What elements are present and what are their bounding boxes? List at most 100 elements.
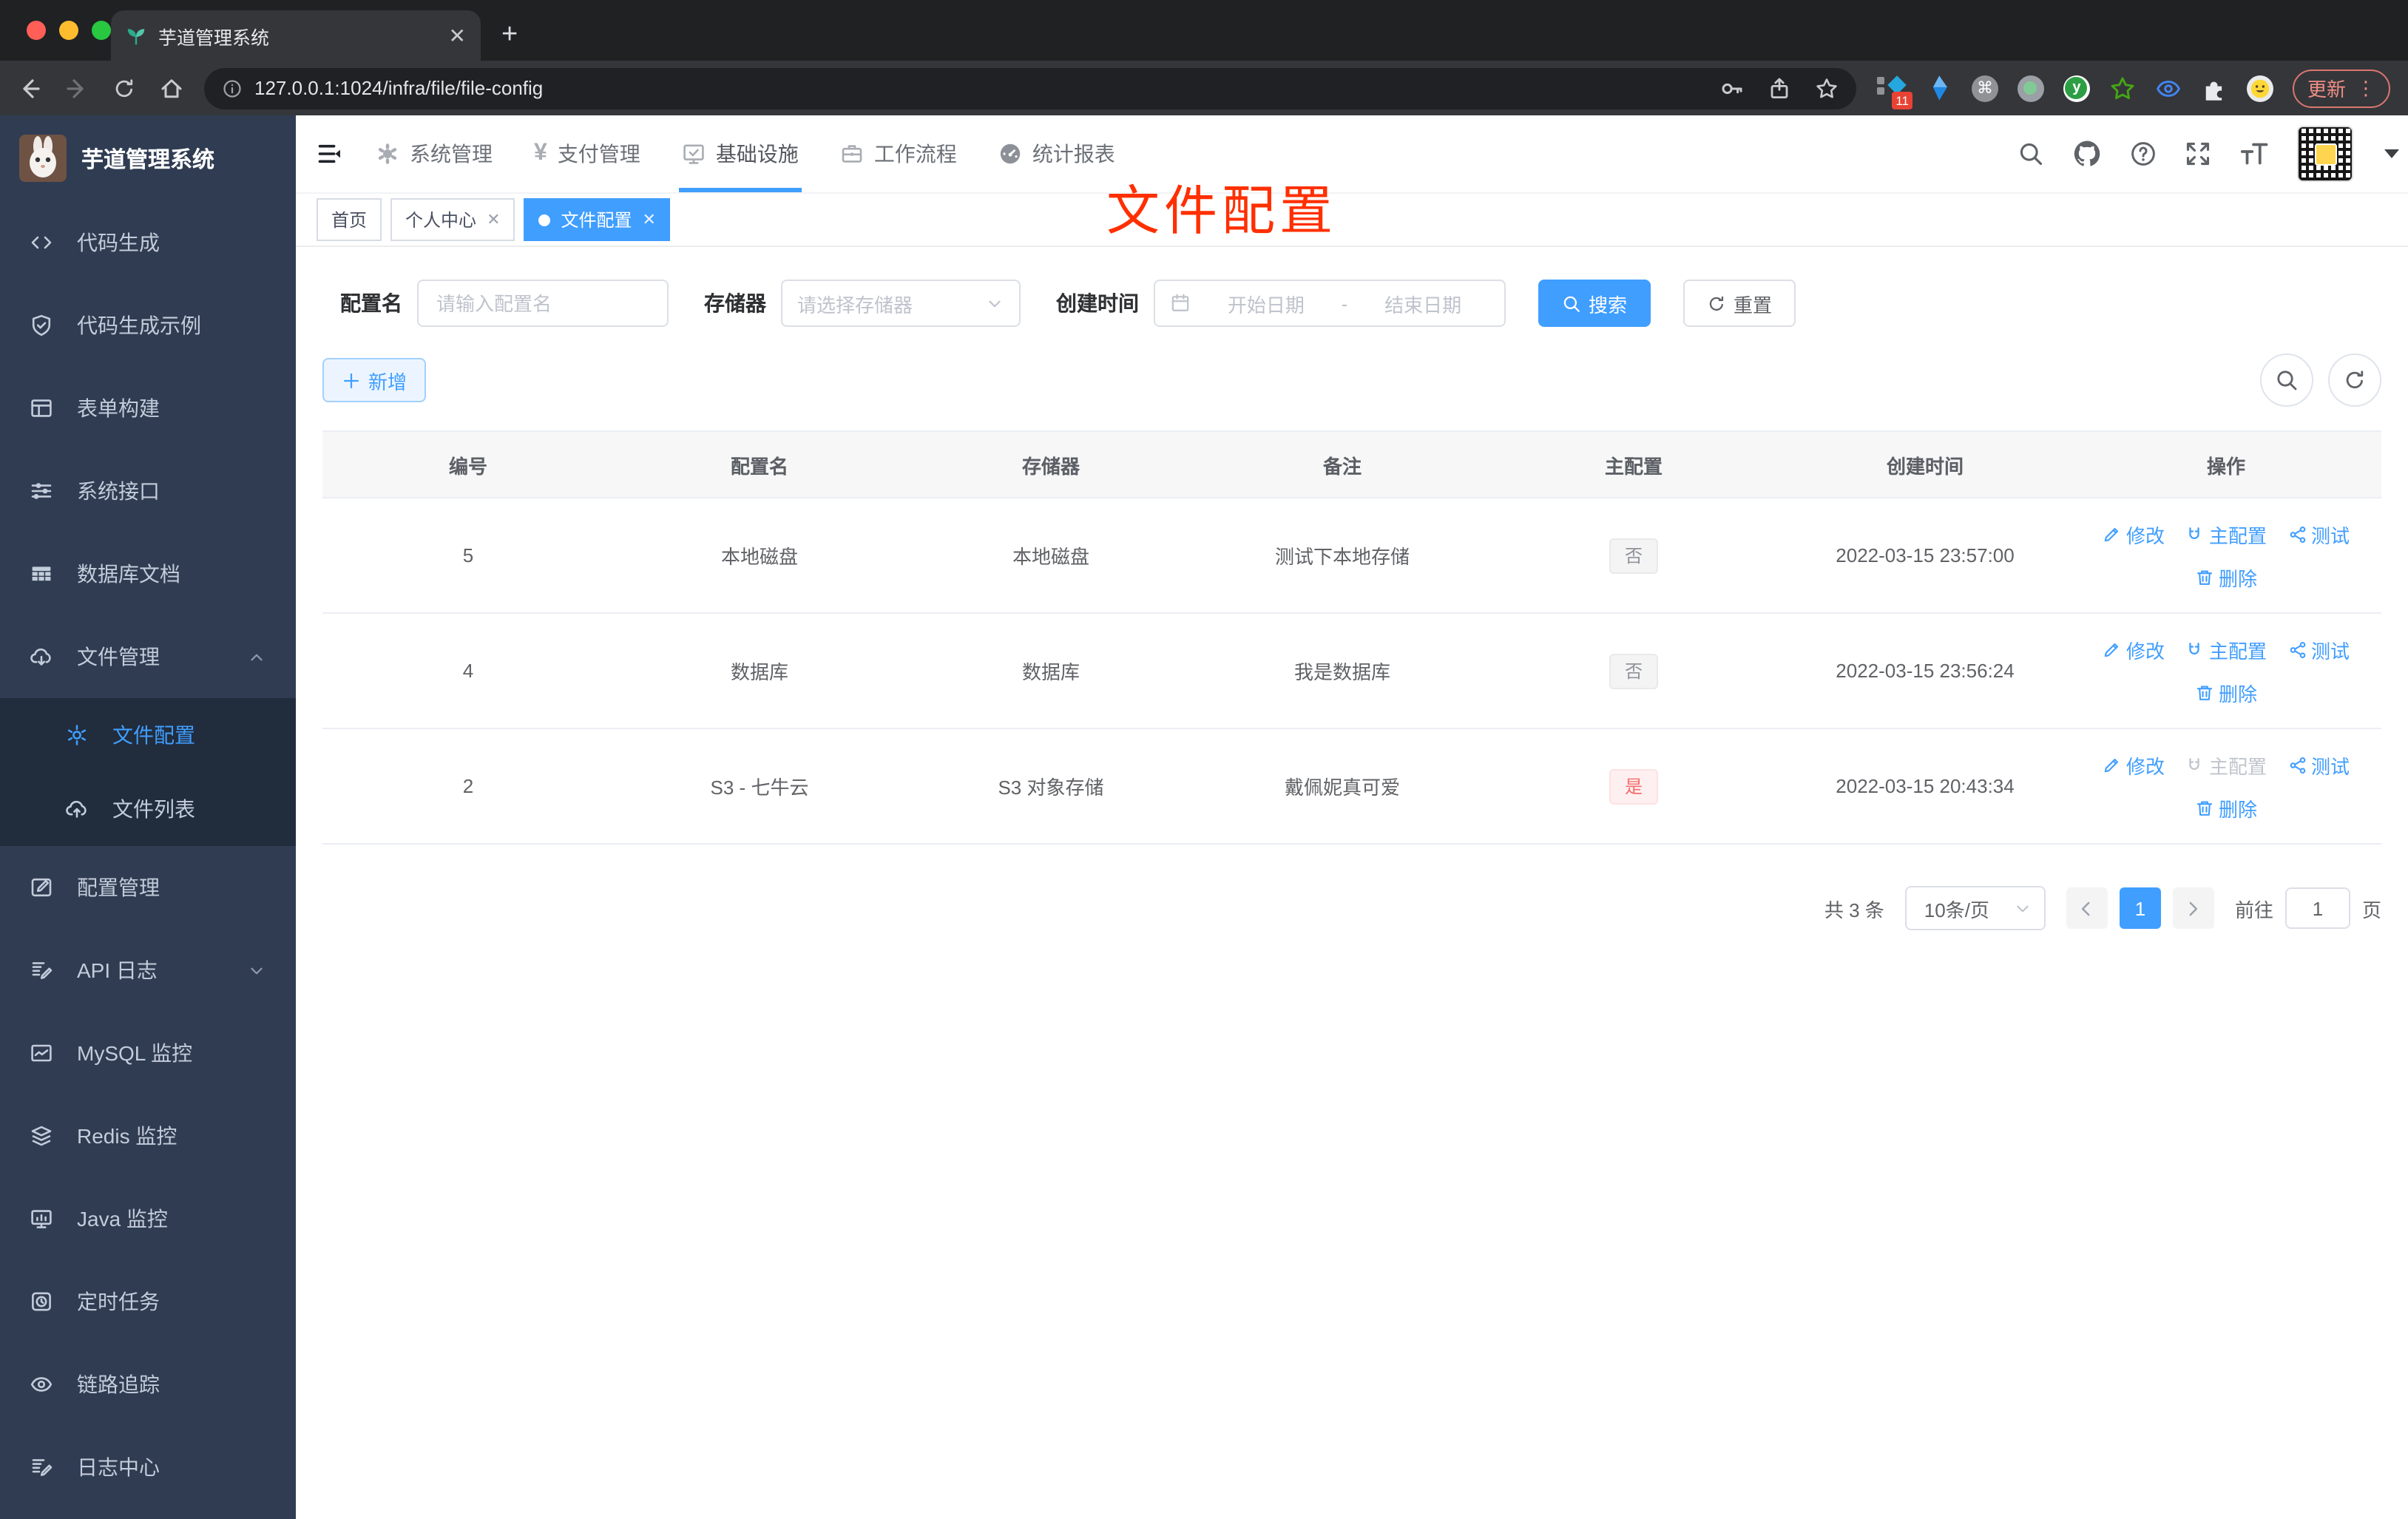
tag-file-config[interactable]: 文件配置 ✕ bbox=[524, 198, 671, 241]
page-content: 配置名 存储器 请选择存储器 创建时间 开始日期 - 结束日期 bbox=[296, 247, 2408, 1519]
minimize-window-button[interactable] bbox=[59, 21, 78, 40]
share-page-icon[interactable] bbox=[1768, 76, 1791, 100]
delete-action[interactable]: 删除 bbox=[2195, 794, 2257, 822]
bookmark-star-icon[interactable] bbox=[1815, 76, 1839, 100]
back-icon[interactable] bbox=[18, 76, 41, 100]
emoji-profile-icon[interactable] bbox=[2246, 75, 2273, 101]
topnav-payment[interactable]: ¥ 支付管理 bbox=[513, 115, 661, 192]
github-icon[interactable] bbox=[2072, 139, 2102, 169]
test-action[interactable]: 测试 bbox=[2287, 635, 2350, 663]
topnav-system[interactable]: 系统管理 bbox=[355, 115, 513, 192]
sidebar-item-code-demo[interactable]: 代码生成示例 bbox=[0, 284, 296, 367]
prev-page-button[interactable] bbox=[2066, 887, 2108, 929]
sidebar-item-config-manage[interactable]: 配置管理 bbox=[0, 846, 296, 929]
help-icon[interactable] bbox=[2130, 141, 2157, 167]
config-name-label: 配置名 bbox=[340, 291, 402, 315]
reset-button[interactable]: 重置 bbox=[1683, 280, 1796, 327]
screen: 芋道管理系统 ✕ + 127.0.0.1:1024/infra/file/fil… bbox=[0, 0, 2408, 1519]
password-key-icon[interactable] bbox=[1720, 76, 1744, 100]
command-extension-icon[interactable]: ⌘ bbox=[1971, 75, 1998, 101]
font-size-icon[interactable] bbox=[2239, 139, 2269, 169]
next-page-button[interactable] bbox=[2172, 887, 2214, 929]
toggle-search-button[interactable] bbox=[2260, 353, 2313, 407]
search-button[interactable]: 搜索 bbox=[1538, 280, 1651, 327]
topnav-workflow[interactable]: 工作流程 bbox=[819, 115, 978, 192]
y-extension-icon[interactable]: y bbox=[2063, 75, 2090, 101]
sidebar-item-api-log[interactable]: API 日志 bbox=[0, 929, 296, 1012]
sidebar-item-mysql-monitor[interactable]: MySQL 监控 bbox=[0, 1012, 296, 1095]
sidebar-item-log-center[interactable]: 日志中心 bbox=[0, 1426, 296, 1509]
sidebar-item-file-config[interactable]: 文件配置 bbox=[0, 698, 296, 772]
zoom-window-button[interactable] bbox=[92, 21, 111, 40]
delete-action[interactable]: 删除 bbox=[2195, 563, 2257, 591]
sidebar-item-scheduled-task[interactable]: 定时任务 bbox=[0, 1260, 296, 1343]
browser-menu-icon[interactable]: ⋮ bbox=[2356, 76, 2375, 100]
goto-page-input[interactable] bbox=[2284, 887, 2350, 929]
collapse-sidebar-icon[interactable] bbox=[317, 115, 343, 192]
page-1-button[interactable]: 1 bbox=[2119, 887, 2161, 929]
tab-manager-extension-icon[interactable]: 11 bbox=[1876, 74, 1912, 109]
chevron-right-icon bbox=[2184, 899, 2203, 918]
gear-filled-icon bbox=[376, 142, 399, 166]
browser-toolbar: 127.0.0.1:1024/infra/file/file-config 11… bbox=[0, 61, 2408, 115]
sidebar-item-file-list[interactable]: 文件列表 bbox=[0, 772, 296, 846]
sidebar-item-form-builder[interactable]: 表单构建 bbox=[0, 367, 296, 450]
green-star-extension-icon[interactable] bbox=[2109, 75, 2136, 101]
search-icon bbox=[2275, 368, 2299, 392]
eye-extension-icon[interactable] bbox=[2155, 75, 2182, 101]
topnav-infrastructure[interactable]: 基础设施 bbox=[661, 115, 819, 192]
close-icon[interactable]: ✕ bbox=[643, 210, 656, 229]
close-icon[interactable]: ✕ bbox=[487, 210, 500, 229]
search-icon[interactable] bbox=[2018, 141, 2044, 167]
avatar[interactable] bbox=[2297, 126, 2353, 182]
new-tab-button[interactable]: + bbox=[501, 19, 518, 52]
puzzle-extensions-icon[interactable] bbox=[2201, 75, 2228, 101]
table-row: 4 数据库 数据库 我是数据库 否 2022-03-15 23:56:24 修改… bbox=[322, 613, 2381, 729]
storage-select[interactable]: 请选择存储器 bbox=[781, 280, 1021, 327]
end-date-input[interactable]: 结束日期 bbox=[1356, 289, 1489, 317]
master-action[interactable]: 主配置 bbox=[2185, 520, 2267, 548]
config-name-input[interactable] bbox=[433, 291, 652, 316]
add-button[interactable]: 新增 bbox=[322, 358, 427, 402]
edit-action[interactable]: 修改 bbox=[2103, 751, 2165, 779]
home-icon[interactable] bbox=[160, 76, 183, 100]
table-row: 5 本地磁盘 本地磁盘 测试下本地存储 否 2022-03-15 23:57:0… bbox=[322, 498, 2381, 614]
refresh-table-button[interactable] bbox=[2328, 353, 2381, 407]
browser-update-button[interactable]: 更新 ⋮ bbox=[2292, 69, 2390, 107]
date-range-picker[interactable]: 开始日期 - 结束日期 bbox=[1154, 280, 1506, 327]
sidebar-item-file-manage[interactable]: 文件管理 bbox=[0, 615, 296, 698]
topnav-report[interactable]: 统计报表 bbox=[978, 115, 1136, 192]
fullscreen-icon[interactable] bbox=[2185, 141, 2211, 167]
trash-icon bbox=[2195, 683, 2214, 702]
sidebar-item-tracing[interactable]: 链路追踪 bbox=[0, 1343, 296, 1426]
delete-action[interactable]: 删除 bbox=[2195, 678, 2257, 706]
url-text[interactable]: 127.0.0.1:1024/infra/file/file-config bbox=[254, 77, 1708, 99]
reload-icon[interactable] bbox=[112, 76, 136, 100]
sidebar-item-java-monitor[interactable]: Java 监控 bbox=[0, 1177, 296, 1260]
forward-icon[interactable] bbox=[65, 76, 89, 100]
address-bar[interactable]: 127.0.0.1:1024/infra/file/file-config bbox=[204, 67, 1856, 109]
table-header-row: 编号 配置名 存储器 备注 主配置 创建时间 操作 bbox=[322, 430, 2381, 498]
avatar-caret-icon[interactable] bbox=[2384, 149, 2399, 158]
recorder-extension-icon[interactable] bbox=[2017, 75, 2044, 101]
edit-square-icon bbox=[30, 876, 53, 899]
edit-action[interactable]: 修改 bbox=[2103, 635, 2165, 663]
close-window-button[interactable] bbox=[27, 21, 46, 40]
sidebar-item-code-gen[interactable]: 代码生成 bbox=[0, 201, 296, 284]
tag-profile[interactable]: 个人中心 ✕ bbox=[390, 198, 515, 241]
page-size-select[interactable]: 10条/页 bbox=[1904, 886, 2046, 930]
site-info-icon[interactable] bbox=[222, 78, 243, 98]
kite-extension-icon[interactable] bbox=[1924, 74, 1952, 102]
sidebar-item-system-api[interactable]: 系统接口 bbox=[0, 450, 296, 532]
test-action[interactable]: 测试 bbox=[2287, 520, 2350, 548]
tag-home[interactable]: 首页 bbox=[317, 198, 382, 241]
sidebar-item-redis-monitor[interactable]: Redis 监控 bbox=[0, 1095, 296, 1177]
sidebar-item-db-doc[interactable]: 数据库文档 bbox=[0, 532, 296, 615]
close-tab-icon[interactable]: ✕ bbox=[449, 23, 466, 48]
master-action[interactable]: 主配置 bbox=[2185, 635, 2267, 663]
page-unit-label: 页 bbox=[2361, 899, 2381, 921]
browser-tab[interactable]: 芋道管理系统 ✕ bbox=[111, 10, 481, 61]
start-date-input[interactable]: 开始日期 bbox=[1200, 289, 1333, 317]
edit-action[interactable]: 修改 bbox=[2103, 520, 2165, 548]
test-action[interactable]: 测试 bbox=[2287, 751, 2350, 779]
